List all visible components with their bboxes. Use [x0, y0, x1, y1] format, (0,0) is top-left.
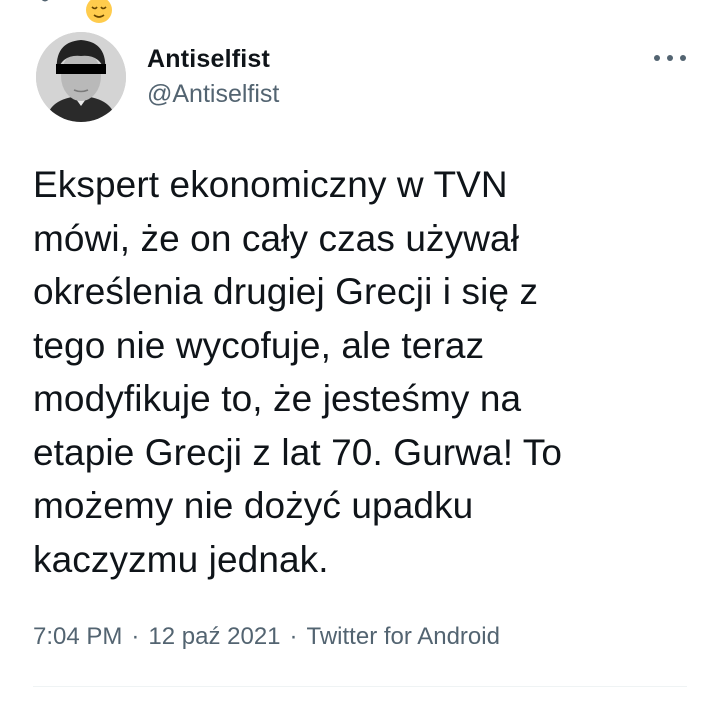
divider — [33, 686, 687, 687]
meta-separator: · — [131, 623, 140, 650]
tweet-meta: 7:04 PM · 12 paź 2021 · Twitter for Android — [33, 620, 500, 654]
tweet-date[interactable]: 12 paź 2021 — [148, 623, 280, 650]
tweet-header: Antiselfist @Antiselfist — [36, 32, 690, 128]
relieved-face-emoji — [86, 0, 112, 23]
avatar[interactable] — [36, 32, 126, 122]
tweet-source[interactable]: Twitter for Android — [307, 623, 500, 650]
tweet-time[interactable]: 7:04 PM — [33, 623, 122, 650]
tweet-text: Ekspert ekonomiczny w TVN mówi, że on ca… — [33, 164, 563, 580]
pin-icon — [41, 0, 49, 2]
avatar-image — [36, 32, 126, 122]
top-icons-row — [30, 0, 150, 23]
author-block[interactable]: Antiselfist @Antiselfist — [147, 44, 279, 110]
author-handle[interactable]: @Antiselfist — [147, 78, 279, 110]
meta-separator: · — [289, 623, 298, 650]
author-display-name[interactable]: Antiselfist — [147, 44, 279, 74]
more-horizontal-icon[interactable] — [650, 46, 690, 70]
